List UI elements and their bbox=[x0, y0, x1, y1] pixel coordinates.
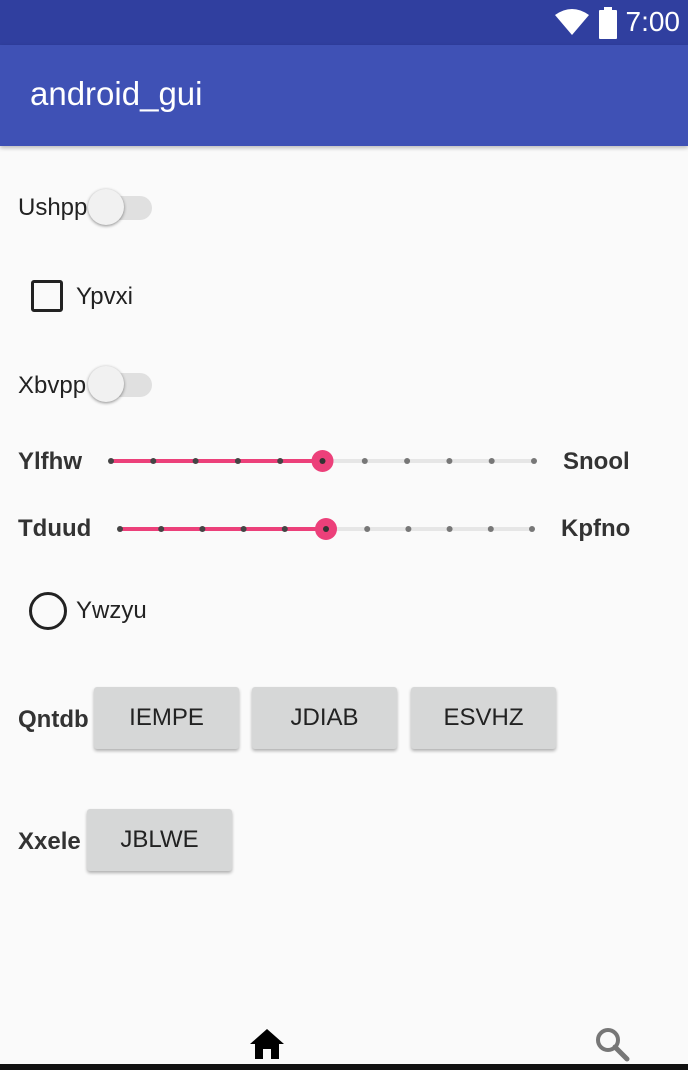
app-bar: android_gui bbox=[0, 45, 688, 146]
slider-tick bbox=[281, 526, 288, 532]
checkbox-ypvxi[interactable] bbox=[31, 280, 63, 312]
button-group-xxele-label: Xxele bbox=[18, 828, 81, 855]
slider-tick bbox=[487, 526, 494, 532]
wifi-icon bbox=[555, 9, 589, 35]
switch-ushpp[interactable] bbox=[88, 187, 154, 227]
slider-tick bbox=[192, 458, 199, 464]
jblwe-button[interactable]: JBLWE bbox=[87, 809, 232, 871]
slider-tick bbox=[404, 458, 411, 464]
slider-tick bbox=[488, 458, 495, 464]
slider-tick bbox=[199, 526, 206, 532]
slider-tick bbox=[117, 526, 123, 532]
status-bar: 7:00 bbox=[0, 0, 688, 45]
navigation-bar bbox=[0, 1064, 688, 1070]
slider-tick bbox=[158, 526, 165, 532]
slider-tduud[interactable] bbox=[108, 510, 548, 548]
slider-tick bbox=[446, 458, 453, 464]
slider-tduud-label-left: Tduud bbox=[18, 515, 92, 542]
battery-icon bbox=[599, 7, 617, 39]
slider-ylfhw[interactable] bbox=[100, 442, 550, 480]
search-icon[interactable] bbox=[594, 1026, 630, 1062]
home-icon[interactable] bbox=[248, 1027, 286, 1061]
slider-tick bbox=[405, 526, 412, 532]
jdiab-button[interactable]: JDIAB bbox=[252, 687, 397, 749]
switch-thumb bbox=[88, 366, 124, 402]
slider-thumb-center bbox=[319, 458, 326, 464]
radio-ywzyu-label: Ywzyu bbox=[76, 597, 147, 624]
status-time: 7:00 bbox=[625, 6, 681, 37]
switch-xbvpp-label: Xbvpp bbox=[18, 372, 87, 399]
switch-xbvpp[interactable] bbox=[88, 364, 154, 404]
slider-tick bbox=[364, 526, 371, 532]
button-group-qntdb-label: Qntdb bbox=[18, 706, 89, 733]
slider-tick bbox=[150, 458, 157, 464]
slider-tduud-label-right: Kpfno bbox=[561, 515, 631, 542]
slider-thumb-center bbox=[323, 526, 329, 532]
switch-thumb bbox=[88, 189, 124, 225]
slider-ylfhw-label-left: Ylfhw bbox=[18, 448, 82, 475]
slider-tick bbox=[529, 526, 535, 532]
slider-tick bbox=[234, 458, 241, 464]
checkbox-ypvxi-label: Ypvxi bbox=[76, 283, 133, 310]
slider-tick bbox=[531, 458, 537, 464]
slider-ylfhw-label-right: Snool bbox=[563, 448, 630, 475]
radio-ywzyu[interactable] bbox=[29, 592, 67, 630]
slider-tick bbox=[446, 526, 453, 532]
iempe-button[interactable]: IEMPE bbox=[94, 687, 239, 749]
slider-tick bbox=[277, 458, 284, 464]
app-title: android_gui bbox=[30, 75, 203, 112]
slider-tick bbox=[240, 526, 247, 532]
slider-tick bbox=[108, 458, 114, 464]
switch-ushpp-label: Ushpp bbox=[18, 194, 88, 221]
slider-tick bbox=[361, 458, 368, 464]
esvhz-button[interactable]: ESVHZ bbox=[411, 687, 556, 749]
